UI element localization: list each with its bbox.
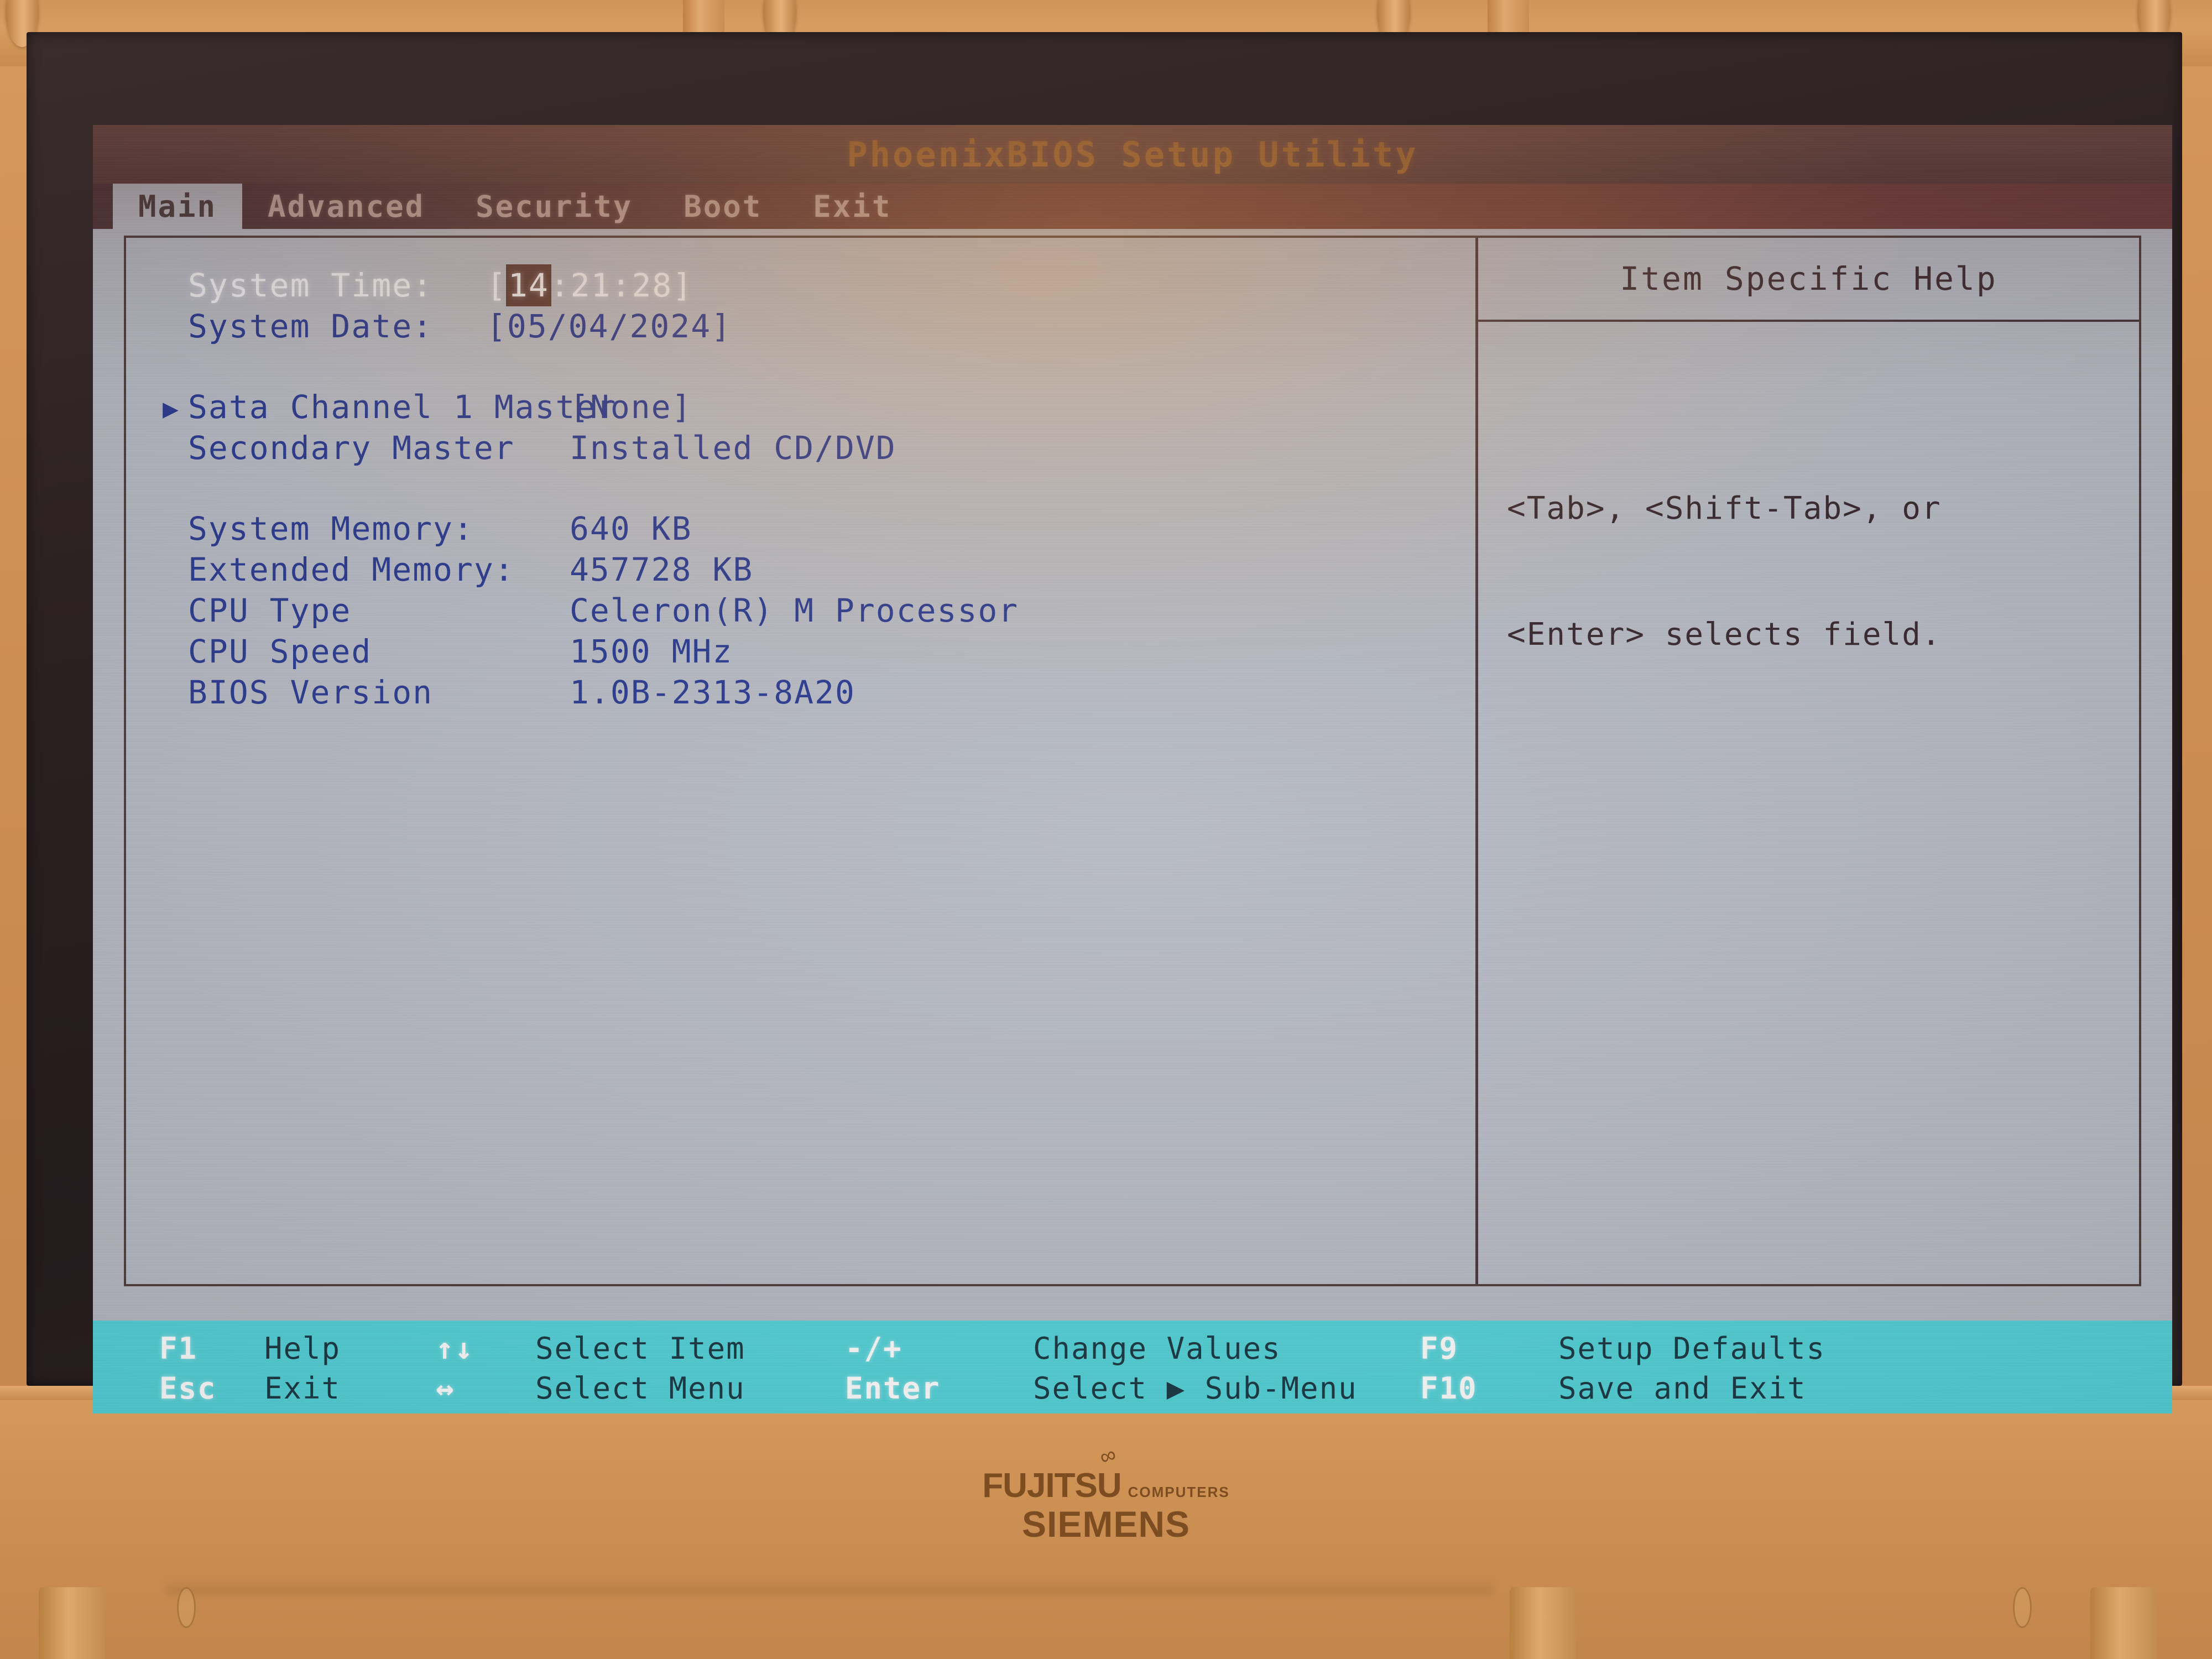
row-secondary-master[interactable]: Secondary Master Installed CD/DVD — [126, 429, 1475, 470]
value-system-time[interactable]: [14:21:28] — [487, 265, 693, 305]
row-system-memory: System Memory: 640 KB — [126, 510, 1475, 551]
key-enter[interactable]: Enter — [845, 1371, 1033, 1406]
bottom-hinge-block-3 — [2090, 1587, 2157, 1659]
key-minus-plus[interactable]: -/+ — [845, 1331, 1033, 1366]
value-bios-version: 1.0B-2313-8A20 — [570, 674, 855, 711]
bottom-hinge-block-2 — [1510, 1587, 1576, 1659]
value-secondary-master: Installed CD/DVD — [570, 429, 896, 467]
function-key-bar: F1 Help ↑↓ Select Item -/+ Change Values… — [93, 1321, 2172, 1413]
brand-logo: ∞ FUJITSU COMPUTERS SIEMENS — [982, 1442, 1229, 1545]
menu-tab-bar: Main Advanced Security Boot Exit — [93, 184, 2172, 229]
tab-main[interactable]: Main — [113, 184, 243, 229]
key-leftright-desc: Select Menu — [535, 1370, 745, 1406]
brand-name-siemens: SIEMENS — [1021, 1504, 1191, 1545]
page-title: PhoenixBIOS Setup Utility — [847, 134, 1418, 175]
brand-name-computers: COMPUTERS — [1128, 1484, 1230, 1500]
submenu-arrow-icon: ▶ — [163, 393, 180, 424]
tab-advanced[interactable]: Advanced — [242, 184, 450, 229]
row-system-time[interactable]: System Time: [14:21:28] — [126, 265, 1475, 307]
screen-bezel: PhoenixBIOS Setup Utility Main Advanced … — [27, 32, 2182, 1413]
item-specific-help-pane: Item Specific Help <Tab>, <Shift-Tab>, o… — [1478, 238, 2139, 1284]
row-cpu-type: CPU Type Celeron(R) M Processor — [126, 592, 1475, 633]
tab-boot[interactable]: Boot — [658, 184, 787, 229]
brand-logo-fujitsu-line: FUJITSU COMPUTERS — [982, 1466, 1229, 1505]
time-rest: :21:28] — [550, 267, 693, 304]
label-cpu-type: CPU Type — [188, 592, 352, 629]
row-bios-version: BIOS Version 1.0B-2313-8A20 — [126, 674, 1475, 714]
row-extended-memory: Extended Memory: 457728 KB — [126, 551, 1475, 592]
value-cpu-speed: 1500 MHz — [570, 633, 733, 670]
tab-exit[interactable]: Exit — [787, 184, 917, 229]
label-bios-version: BIOS Version — [188, 674, 434, 711]
label-secondary-master: Secondary Master — [188, 429, 515, 467]
label-cpu-speed: CPU Speed — [188, 633, 372, 670]
main-settings-pane: System Time: [14:21:28] System Date: [05… — [126, 238, 1475, 1284]
fujitsu-infinity-icon: ∞ — [1097, 1442, 1119, 1470]
key-f1-desc: Help — [264, 1331, 341, 1366]
key-enter-desc: Select ▶ Sub-Menu — [1033, 1370, 1358, 1406]
key-updown-desc: Select Item — [535, 1331, 745, 1366]
bios-setup-utility: PhoenixBIOS Setup Utility Main Advanced … — [93, 125, 2172, 1413]
laptop-lower-deck: ∞ FUJITSU COMPUTERS SIEMENS — [0, 1386, 2212, 1659]
deck-shadow — [166, 1578, 1493, 1595]
value-system-date[interactable]: [05/04/2024] — [487, 307, 732, 345]
bottom-indicator-1 — [177, 1587, 196, 1628]
label-system-memory: System Memory: — [188, 510, 474, 547]
label-system-date: System Date: — [188, 307, 434, 345]
bios-content-area: System Time: [14:21:28] System Date: [05… — [124, 236, 2141, 1286]
value-extended-memory: 457728 KB — [570, 551, 754, 588]
bottom-indicator-2 — [2013, 1587, 2032, 1628]
key-f9-desc: Setup Defaults — [1558, 1331, 1826, 1366]
row-system-date[interactable]: System Date: [05/04/2024] — [126, 307, 1475, 348]
help-panel-title: Item Specific Help — [1620, 260, 1997, 298]
help-line-1: <Tab>, <Shift-Tab>, or — [1507, 491, 1942, 526]
tab-security[interactable]: Security — [450, 184, 658, 229]
time-bracket-open: [ — [487, 267, 507, 304]
value-cpu-type: Celeron(R) M Processor — [570, 592, 1019, 629]
label-sata-channel-1-master: Sata Channel 1 Master — [188, 388, 617, 426]
brand-name-fujitsu: FUJITSU — [982, 1467, 1121, 1505]
key-f1[interactable]: F1 — [159, 1331, 264, 1366]
key-f10[interactable]: F10 — [1420, 1371, 1558, 1406]
row-sata-channel-1-master[interactable]: ▶ Sata Channel 1 Master [None] — [126, 388, 1475, 429]
key-f10-desc: Save and Exit — [1558, 1370, 1807, 1406]
key-leftright-arrow-icon[interactable]: ↔ — [436, 1371, 535, 1406]
footer-row-2: Esc Exit ↔ Select Menu Enter Select ▶ Su… — [93, 1368, 2172, 1408]
laptop-screen: PhoenixBIOS Setup Utility Main Advanced … — [93, 125, 2172, 1413]
key-esc[interactable]: Esc — [159, 1371, 264, 1406]
bios-title-bar: PhoenixBIOS Setup Utility — [93, 125, 2172, 184]
label-system-time: System Time: — [188, 267, 434, 304]
bottom-hinge-block-1 — [39, 1587, 105, 1659]
key-updown-arrow-icon[interactable]: ↑↓ — [436, 1331, 535, 1366]
key-minus-plus-desc: Change Values — [1033, 1331, 1281, 1366]
time-hour-cursor[interactable]: 14 — [507, 265, 550, 305]
help-panel-divider — [1478, 320, 2139, 322]
row-cpu-speed: CPU Speed 1500 MHz — [126, 633, 1475, 674]
footer-row-1: F1 Help ↑↓ Select Item -/+ Change Values… — [93, 1328, 2172, 1368]
help-line-2: <Enter> selects field. — [1507, 617, 1942, 653]
laptop-chassis: PhoenixBIOS Setup Utility Main Advanced … — [0, 0, 2212, 1659]
value-system-memory: 640 KB — [570, 510, 692, 547]
label-extended-memory: Extended Memory: — [188, 551, 515, 588]
value-sata-channel-1-master[interactable]: [None] — [570, 388, 692, 426]
key-esc-desc: Exit — [264, 1370, 341, 1406]
key-f9[interactable]: F9 — [1420, 1331, 1558, 1366]
help-panel-body: <Tab>, <Shift-Tab>, or <Enter> selects f… — [1507, 404, 2122, 740]
